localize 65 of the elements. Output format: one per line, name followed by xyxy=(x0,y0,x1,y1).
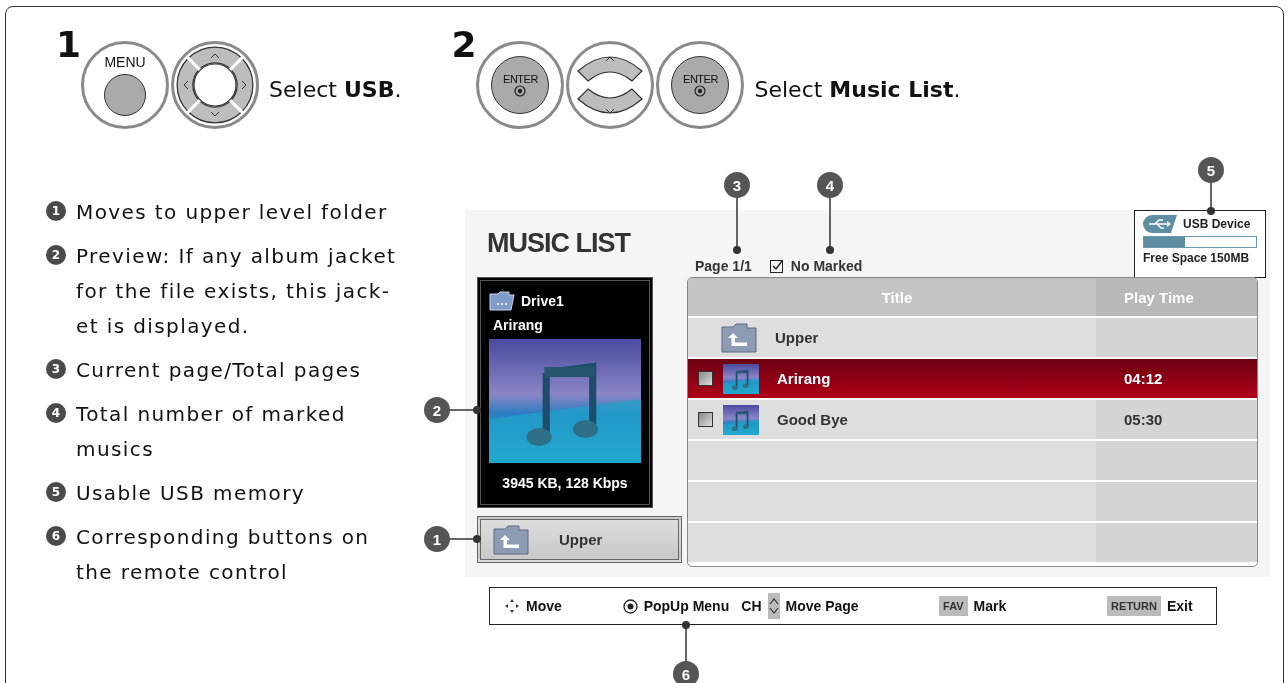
step-number: 2 xyxy=(451,27,477,63)
number-badge: 2 xyxy=(46,245,66,265)
target-dot-icon xyxy=(694,85,707,97)
folder-up-icon xyxy=(493,524,529,555)
folder-up-icon xyxy=(721,322,757,353)
drive-folder-icon xyxy=(489,291,515,311)
title-cell: Arirang xyxy=(688,359,1096,398)
music-thumbnail xyxy=(723,404,759,435)
remote-key: FAV xyxy=(939,596,968,616)
screen-title: MUSIC LIST xyxy=(487,228,632,259)
file-info: 3945 KB, 128 Kbps xyxy=(502,475,628,491)
number-badge: 4 xyxy=(46,403,66,423)
music-row[interactable]: Arirang 04:12 xyxy=(688,359,1257,398)
title-cell: Good Bye xyxy=(688,400,1096,439)
note-text: Preview: If any album jacket for the file exists, this jack-et is displayed. xyxy=(76,243,398,340)
free-space-label: Free Space 150MB xyxy=(1143,251,1251,265)
enter-label: ENTER xyxy=(683,73,718,85)
callout-badge: 6 xyxy=(673,661,699,683)
note-text: Usable USB memory xyxy=(76,480,306,507)
note-text: Corresponding buttons on the remote control xyxy=(76,524,371,586)
number-badge: 5 xyxy=(46,482,66,502)
music-row[interactable]: Upper xyxy=(688,318,1257,357)
enter-label: ENTER xyxy=(503,73,538,85)
marked-count: No Marked xyxy=(790,258,863,274)
note-text: Total number of marked musics xyxy=(76,401,347,463)
title-cell: Upper xyxy=(688,318,1096,357)
callout-badge: 5 xyxy=(1198,157,1224,183)
legend-label: Mark xyxy=(973,598,1007,614)
callout-badge: 1 xyxy=(424,526,450,552)
callout-badge: 2 xyxy=(424,397,450,423)
usb-icon xyxy=(1143,215,1177,233)
mark-checkbox[interactable] xyxy=(698,412,713,427)
usb-device-label: USB Device xyxy=(1183,217,1251,231)
callout-badge: 4 xyxy=(817,172,843,198)
legend-label: PopUp Menu xyxy=(643,598,730,614)
step-instruction: Select Music List. xyxy=(754,77,961,102)
callout-badge: 3 xyxy=(724,172,750,198)
column-header: Play Time xyxy=(1096,278,1257,316)
preview-song-title: Arirang xyxy=(493,317,544,333)
remote-key: RETURN xyxy=(1107,596,1161,616)
step-number: 1 xyxy=(56,27,82,63)
checkbox-icon xyxy=(769,259,783,273)
radio-dot-icon xyxy=(622,598,638,614)
upper-folder-button[interactable]: Upper xyxy=(477,516,682,563)
number-badge: 6 xyxy=(46,526,66,546)
drive-name: Drive1 xyxy=(521,293,564,309)
time-cell-text: 04:12 xyxy=(1123,369,1164,389)
note-text: Current page/Total pages xyxy=(76,357,363,384)
target-dot-icon xyxy=(514,85,527,97)
legend-label: Move Page xyxy=(785,598,859,614)
move-arrows-icon xyxy=(504,598,520,614)
step-instruction: Select USB. xyxy=(269,77,402,102)
column-header: Title xyxy=(880,287,914,308)
music-row[interactable]: Good Bye 05:30 xyxy=(688,400,1257,439)
mark-checkbox[interactable] xyxy=(698,371,713,386)
note-text: Moves to upper level folder xyxy=(76,199,389,226)
music-thumbnail xyxy=(723,363,759,394)
channel-key-label: CH xyxy=(741,598,762,614)
page-indicator: Page 1/1 xyxy=(695,258,752,274)
time-cell: 05:30 xyxy=(1096,400,1257,439)
up-down-key-icon xyxy=(767,593,780,619)
number-badge: 3 xyxy=(46,359,66,379)
legend-label: Exit xyxy=(1166,598,1193,614)
number-badge: 1 xyxy=(46,201,66,221)
legend-label: Move xyxy=(526,598,562,614)
